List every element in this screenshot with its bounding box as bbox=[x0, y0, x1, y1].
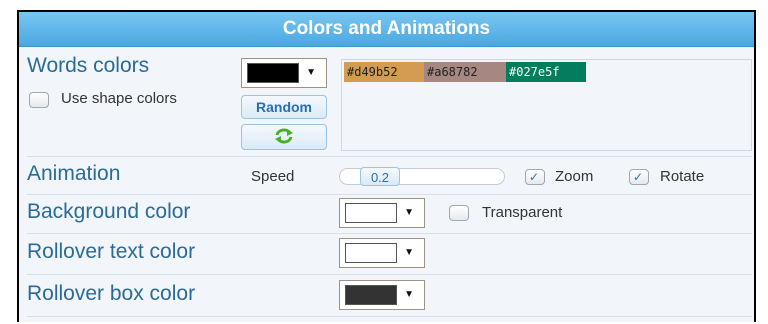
animation-label: Animation bbox=[27, 162, 121, 185]
speed-slider[interactable]: 0.2 bbox=[339, 167, 505, 186]
words-colors-label: Words colors bbox=[27, 54, 150, 77]
rollover-box-color-label: Rollover box color bbox=[27, 282, 196, 305]
panel-header: Colors and Animations bbox=[19, 12, 754, 47]
chevron-down-icon: ▼ bbox=[404, 289, 414, 300]
zoom-label: Zoom bbox=[555, 168, 594, 185]
words-color-palette: #d49b52 #a68782 #027e5f bbox=[341, 59, 752, 151]
rollover-box-color-select[interactable]: ▼ bbox=[339, 280, 425, 310]
speed-label: Speed bbox=[251, 168, 295, 185]
checkmark-icon: ✓ bbox=[529, 170, 540, 184]
rollover-text-color-swatch bbox=[345, 243, 397, 263]
palette-chip[interactable]: #d49b52 bbox=[344, 62, 424, 82]
background-color-label: Background color bbox=[27, 200, 191, 223]
use-shape-colors-checkbox[interactable] bbox=[29, 92, 49, 108]
chevron-down-icon: ▼ bbox=[404, 207, 414, 218]
rotate-checkbox[interactable]: ✓ bbox=[629, 169, 649, 185]
chevron-down-icon: ▼ bbox=[404, 247, 414, 258]
rollover-text-color-label: Rollover text color bbox=[27, 240, 196, 263]
rollover-text-color-select[interactable]: ▼ bbox=[339, 238, 425, 268]
refresh-button[interactable] bbox=[241, 124, 327, 150]
words-color-select[interactable]: ▼ bbox=[241, 58, 327, 88]
transparent-checkbox[interactable] bbox=[449, 205, 469, 221]
divider bbox=[27, 274, 752, 275]
divider bbox=[27, 156, 752, 157]
rollover-box-color-swatch bbox=[345, 285, 397, 305]
random-button[interactable]: Random bbox=[241, 95, 327, 119]
palette-chip[interactable]: #027e5f bbox=[506, 62, 586, 82]
use-shape-colors-label: Use shape colors bbox=[61, 90, 177, 107]
colors-animations-panel: Colors and Animations Words colors Use s… bbox=[17, 10, 756, 322]
transparent-label: Transparent bbox=[482, 204, 563, 221]
divider bbox=[27, 316, 752, 317]
background-color-swatch bbox=[345, 203, 397, 223]
words-color-swatch bbox=[247, 63, 299, 83]
palette-chip[interactable]: #a68782 bbox=[424, 62, 506, 82]
divider bbox=[27, 233, 752, 234]
divider bbox=[27, 194, 752, 195]
chevron-down-icon: ▼ bbox=[306, 67, 316, 78]
refresh-icon bbox=[273, 127, 295, 148]
zoom-checkbox[interactable]: ✓ bbox=[525, 169, 545, 185]
speed-slider-handle[interactable]: 0.2 bbox=[360, 167, 400, 186]
background-color-select[interactable]: ▼ bbox=[339, 198, 425, 228]
checkmark-icon: ✓ bbox=[633, 170, 644, 184]
rotate-label: Rotate bbox=[660, 168, 705, 185]
panel-title: Colors and Animations bbox=[282, 18, 491, 39]
